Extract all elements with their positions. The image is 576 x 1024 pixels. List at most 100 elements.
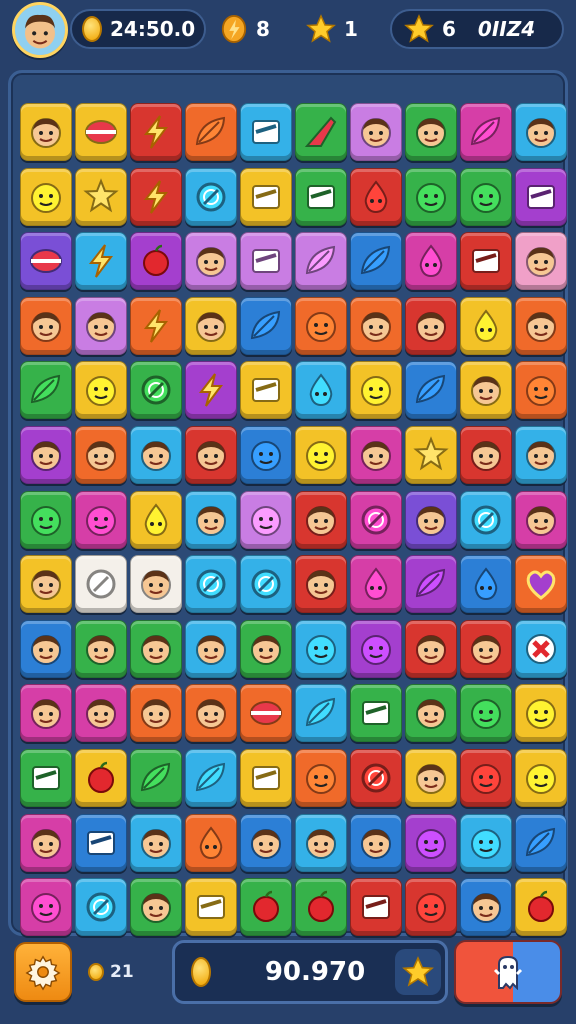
tile-leaf[interactable] xyxy=(185,748,237,807)
tile-blob[interactable] xyxy=(460,813,512,872)
tile-face[interactable] xyxy=(185,684,237,743)
tile-drop[interactable] xyxy=(350,167,402,226)
tile-drop[interactable] xyxy=(130,490,182,549)
tile-blob[interactable] xyxy=(460,167,512,226)
tile-face[interactable] xyxy=(405,684,457,743)
tile-face[interactable] xyxy=(130,878,182,937)
tile-blob[interactable] xyxy=(460,684,512,743)
tile-bolt[interactable] xyxy=(130,296,182,355)
tile-face[interactable] xyxy=(20,684,72,743)
tile-drop[interactable] xyxy=(295,361,347,420)
tile-blob[interactable] xyxy=(295,619,347,678)
tile-drop[interactable] xyxy=(460,296,512,355)
tile-face[interactable] xyxy=(515,296,567,355)
tile-bolt[interactable] xyxy=(185,361,237,420)
tile-drop[interactable] xyxy=(460,555,512,614)
tile-ring[interactable] xyxy=(350,748,402,807)
tile-square[interactable] xyxy=(75,813,127,872)
tile-face[interactable] xyxy=(75,684,127,743)
tile-face[interactable] xyxy=(185,232,237,291)
tile-blob[interactable] xyxy=(295,296,347,355)
tile-blob[interactable] xyxy=(295,748,347,807)
tile-blob[interactable] xyxy=(515,361,567,420)
tile-ring[interactable] xyxy=(185,167,237,226)
tile-blob[interactable] xyxy=(20,490,72,549)
tile-leaf[interactable] xyxy=(295,684,347,743)
tile-blob[interactable] xyxy=(350,361,402,420)
score-star-button[interactable] xyxy=(395,949,441,995)
tile-face[interactable] xyxy=(405,490,457,549)
tile-leaf[interactable] xyxy=(185,103,237,161)
tile-ring[interactable] xyxy=(350,490,402,549)
tile-blob[interactable] xyxy=(75,490,127,549)
tile-drop[interactable] xyxy=(350,555,402,614)
tile-face[interactable] xyxy=(350,103,402,161)
tile-blob[interactable] xyxy=(515,748,567,807)
tile-blob[interactable] xyxy=(515,684,567,743)
tile-face[interactable] xyxy=(240,813,292,872)
tile-square[interactable] xyxy=(350,878,402,937)
tile-blob[interactable] xyxy=(20,878,72,937)
tile-leaf[interactable] xyxy=(20,361,72,420)
tile-ring[interactable] xyxy=(460,490,512,549)
tile-ring[interactable] xyxy=(130,361,182,420)
tile-face[interactable] xyxy=(130,684,182,743)
tile-blob[interactable] xyxy=(350,619,402,678)
tile-drop[interactable] xyxy=(405,232,457,291)
tile-leaf[interactable] xyxy=(350,232,402,291)
tile-face[interactable] xyxy=(515,490,567,549)
tile-arrow[interactable] xyxy=(295,103,347,161)
tile-face[interactable] xyxy=(350,296,402,355)
tile-face[interactable] xyxy=(130,555,182,614)
tile-face[interactable] xyxy=(185,296,237,355)
tile-face[interactable] xyxy=(295,490,347,549)
tile-face[interactable] xyxy=(20,296,72,355)
tile-cross[interactable] xyxy=(515,619,567,678)
tile-blob[interactable] xyxy=(405,167,457,226)
tile-leaf[interactable] xyxy=(405,361,457,420)
tile-square[interactable] xyxy=(240,748,292,807)
tile-face[interactable] xyxy=(295,555,347,614)
tile-apple[interactable] xyxy=(75,748,127,807)
tile-blob[interactable] xyxy=(405,813,457,872)
tile-face[interactable] xyxy=(75,619,127,678)
tile-leaf[interactable] xyxy=(405,555,457,614)
tile-face[interactable] xyxy=(20,425,72,484)
tile-leaf[interactable] xyxy=(515,813,567,872)
tile-star[interactable] xyxy=(405,425,457,484)
tile-square[interactable] xyxy=(240,361,292,420)
tile-apple[interactable] xyxy=(295,878,347,937)
tile-face[interactable] xyxy=(460,425,512,484)
tile-face[interactable] xyxy=(75,425,127,484)
tile-face[interactable] xyxy=(130,425,182,484)
tile-ball[interactable] xyxy=(75,103,127,161)
tile-square[interactable] xyxy=(460,232,512,291)
tile-face[interactable] xyxy=(460,878,512,937)
tile-blob[interactable] xyxy=(240,490,292,549)
tile-bolt[interactable] xyxy=(130,103,182,161)
tile-bolt[interactable] xyxy=(130,167,182,226)
tile-square[interactable] xyxy=(295,167,347,226)
tile-leaf[interactable] xyxy=(240,296,292,355)
tile-blob[interactable] xyxy=(20,167,72,226)
player-avatar[interactable] xyxy=(12,2,68,58)
tile-face[interactable] xyxy=(20,813,72,872)
tile-face[interactable] xyxy=(515,103,567,161)
tile-face[interactable] xyxy=(75,296,127,355)
tile-blob[interactable] xyxy=(75,361,127,420)
tile-face[interactable] xyxy=(350,425,402,484)
tile-face[interactable] xyxy=(130,813,182,872)
tile-face[interactable] xyxy=(20,619,72,678)
tile-ball[interactable] xyxy=(240,684,292,743)
tile-leaf[interactable] xyxy=(130,748,182,807)
tile-heart[interactable] xyxy=(515,555,567,614)
tile-face[interactable] xyxy=(295,813,347,872)
tile-leaf[interactable] xyxy=(295,232,347,291)
tile-square[interactable] xyxy=(20,748,72,807)
tile-drop[interactable] xyxy=(185,813,237,872)
tile-face[interactable] xyxy=(460,361,512,420)
tile-ring[interactable] xyxy=(75,555,127,614)
tile-face[interactable] xyxy=(405,103,457,161)
tile-face[interactable] xyxy=(515,232,567,291)
tile-face[interactable] xyxy=(405,619,457,678)
